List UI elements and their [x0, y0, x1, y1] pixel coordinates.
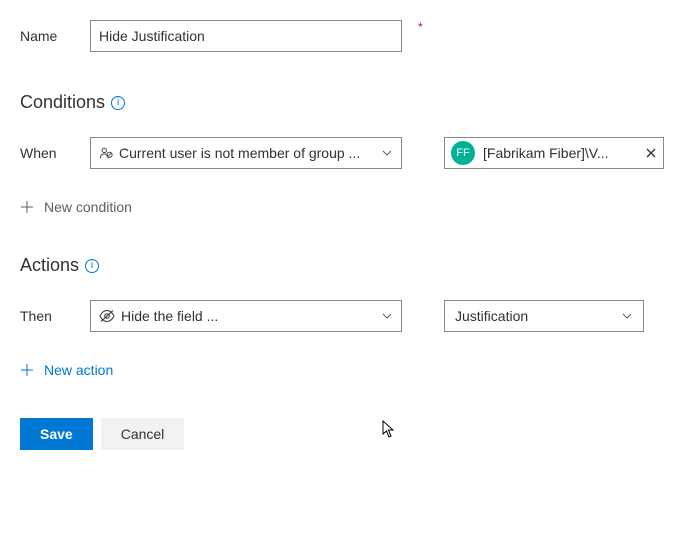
then-label: Then [20, 308, 78, 324]
plus-icon [20, 363, 34, 377]
field-dropdown[interactable]: Justification [444, 300, 644, 332]
action-dropdown[interactable]: Hide the field ... [90, 300, 402, 332]
conditions-heading-text: Conditions [20, 92, 105, 113]
conditions-heading: Conditions i [20, 92, 680, 113]
condition-text: Current user is not member of group ... [119, 145, 381, 161]
info-icon[interactable]: i [85, 259, 99, 273]
eye-slash-icon [99, 309, 115, 323]
plus-icon [20, 200, 34, 214]
new-action-link[interactable]: New action [20, 362, 680, 378]
name-input[interactable]: Hide Justification [90, 20, 402, 52]
chevron-down-icon [381, 147, 393, 159]
when-label: When [20, 145, 78, 161]
action-text: Hide the field ... [121, 308, 381, 324]
group-chip-text: [Fabrikam Fiber]\V... [483, 145, 637, 161]
condition-dropdown[interactable]: Current user is not member of group ... [90, 137, 402, 169]
name-value: Hide Justification [99, 28, 205, 44]
chevron-down-icon [381, 310, 393, 322]
info-icon[interactable]: i [111, 96, 125, 110]
new-condition-link[interactable]: New condition [20, 199, 680, 215]
close-icon[interactable] [645, 147, 657, 159]
new-condition-text: New condition [44, 199, 132, 215]
cursor-icon [382, 420, 396, 438]
name-label: Name [20, 28, 78, 44]
actions-heading: Actions i [20, 255, 680, 276]
cancel-button[interactable]: Cancel [101, 418, 185, 450]
required-indicator: * [418, 20, 423, 34]
new-action-text: New action [44, 362, 113, 378]
field-value: Justification [455, 308, 621, 324]
group-chip[interactable]: FF [Fabrikam Fiber]\V... [444, 137, 664, 169]
avatar: FF [451, 141, 475, 165]
chevron-down-icon [621, 310, 633, 322]
person-icon [99, 146, 113, 160]
actions-heading-text: Actions [20, 255, 79, 276]
save-button[interactable]: Save [20, 418, 93, 450]
